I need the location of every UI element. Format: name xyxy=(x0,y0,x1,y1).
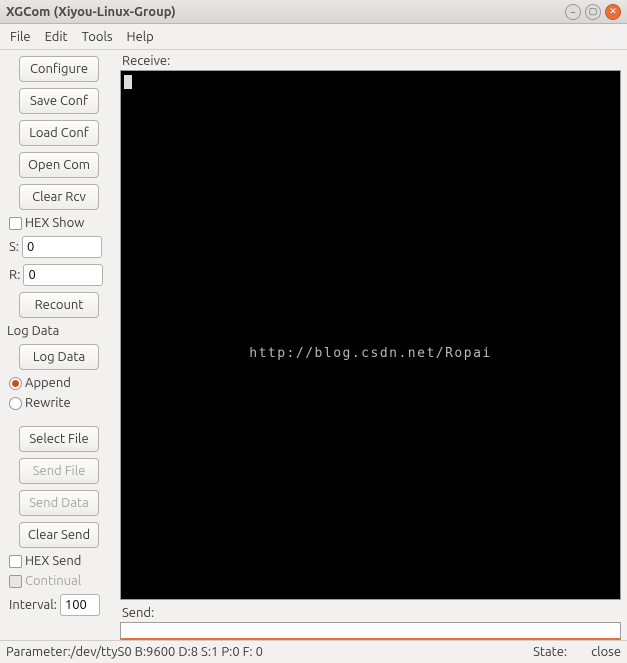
main-panel: Receive: http://blog.csdn.net/Ropai Send… xyxy=(118,50,627,640)
continual-checkbox xyxy=(9,575,22,588)
statusbar: Parameter: /dev/ttyS0 B:9600 D:8 S:1 P:0… xyxy=(0,640,627,663)
send-data-button: Send Data xyxy=(19,490,99,516)
continual-label: Continual xyxy=(25,574,81,588)
continual-row: Continual xyxy=(5,574,113,588)
receive-terminal[interactable]: http://blog.csdn.net/Ropai xyxy=(120,70,621,600)
minimize-button[interactable]: – xyxy=(565,4,581,20)
send-label: Send: xyxy=(120,604,621,622)
send-file-button: Send File xyxy=(19,458,99,484)
r-input[interactable] xyxy=(23,264,103,286)
open-com-button[interactable]: Open Com xyxy=(19,152,99,178)
send-area: Send: xyxy=(120,604,621,640)
terminal-cursor-icon xyxy=(124,75,132,89)
interval-input[interactable] xyxy=(60,594,100,616)
state-label: State: xyxy=(533,645,567,659)
interval-row: Interval: xyxy=(5,594,113,616)
maximize-button[interactable]: ▢ xyxy=(585,4,601,20)
close-button[interactable]: ✕ xyxy=(605,4,621,20)
parameter-label: Parameter: xyxy=(6,645,71,659)
configure-button[interactable]: Configure xyxy=(19,56,99,82)
clear-rcv-button[interactable]: Clear Rcv xyxy=(19,184,99,210)
hex-show-label: HEX Show xyxy=(25,216,84,230)
r-label: R: xyxy=(9,268,20,282)
append-label: Append xyxy=(25,376,71,390)
save-conf-button[interactable]: Save Conf xyxy=(19,88,99,114)
hex-send-row[interactable]: HEX Send xyxy=(5,554,113,568)
s-row: S: xyxy=(5,236,113,258)
sidebar: Configure Save Conf Load Conf Open Com C… xyxy=(0,50,118,640)
watermark-text: http://blog.csdn.net/Ropai xyxy=(121,346,620,361)
menubar: File Edit Tools Help xyxy=(0,24,627,50)
s-label: S: xyxy=(9,240,19,254)
select-file-button[interactable]: Select File xyxy=(19,426,99,452)
window-buttons: – ▢ ✕ xyxy=(565,4,621,20)
content: Configure Save Conf Load Conf Open Com C… xyxy=(0,50,627,640)
hex-send-label: HEX Send xyxy=(25,554,81,568)
menu-tools[interactable]: Tools xyxy=(82,30,113,44)
log-data-button[interactable]: Log Data xyxy=(19,344,99,370)
send-input[interactable] xyxy=(120,622,621,640)
menu-file[interactable]: File xyxy=(10,30,31,44)
menu-help[interactable]: Help xyxy=(127,30,154,44)
clear-send-button[interactable]: Clear Send xyxy=(19,522,99,548)
r-row: R: xyxy=(5,264,113,286)
radio-dot-icon xyxy=(12,380,19,387)
append-radio[interactable] xyxy=(9,377,22,390)
interval-label: Interval: xyxy=(9,598,57,612)
hex-show-checkbox[interactable] xyxy=(9,217,22,230)
hex-show-row[interactable]: HEX Show xyxy=(5,216,113,230)
s-input[interactable] xyxy=(22,236,102,258)
parameter-value: /dev/ttyS0 B:9600 D:8 S:1 P:0 F: 0 xyxy=(71,645,263,659)
rewrite-label: Rewrite xyxy=(25,396,71,410)
titlebar: XGCom (Xiyou-Linux-Group) – ▢ ✕ xyxy=(0,0,627,24)
rewrite-radio[interactable] xyxy=(9,397,22,410)
window-title: XGCom (Xiyou-Linux-Group) xyxy=(6,5,565,19)
receive-label: Receive: xyxy=(120,52,621,70)
rewrite-row[interactable]: Rewrite xyxy=(5,396,113,410)
menu-edit[interactable]: Edit xyxy=(45,30,68,44)
append-row[interactable]: Append xyxy=(5,376,113,390)
state-value: close xyxy=(591,645,621,659)
recount-button[interactable]: Recount xyxy=(19,292,99,318)
hex-send-checkbox[interactable] xyxy=(9,555,22,568)
load-conf-button[interactable]: Load Conf xyxy=(19,120,99,146)
logdata-section-label: Log Data xyxy=(5,324,113,338)
